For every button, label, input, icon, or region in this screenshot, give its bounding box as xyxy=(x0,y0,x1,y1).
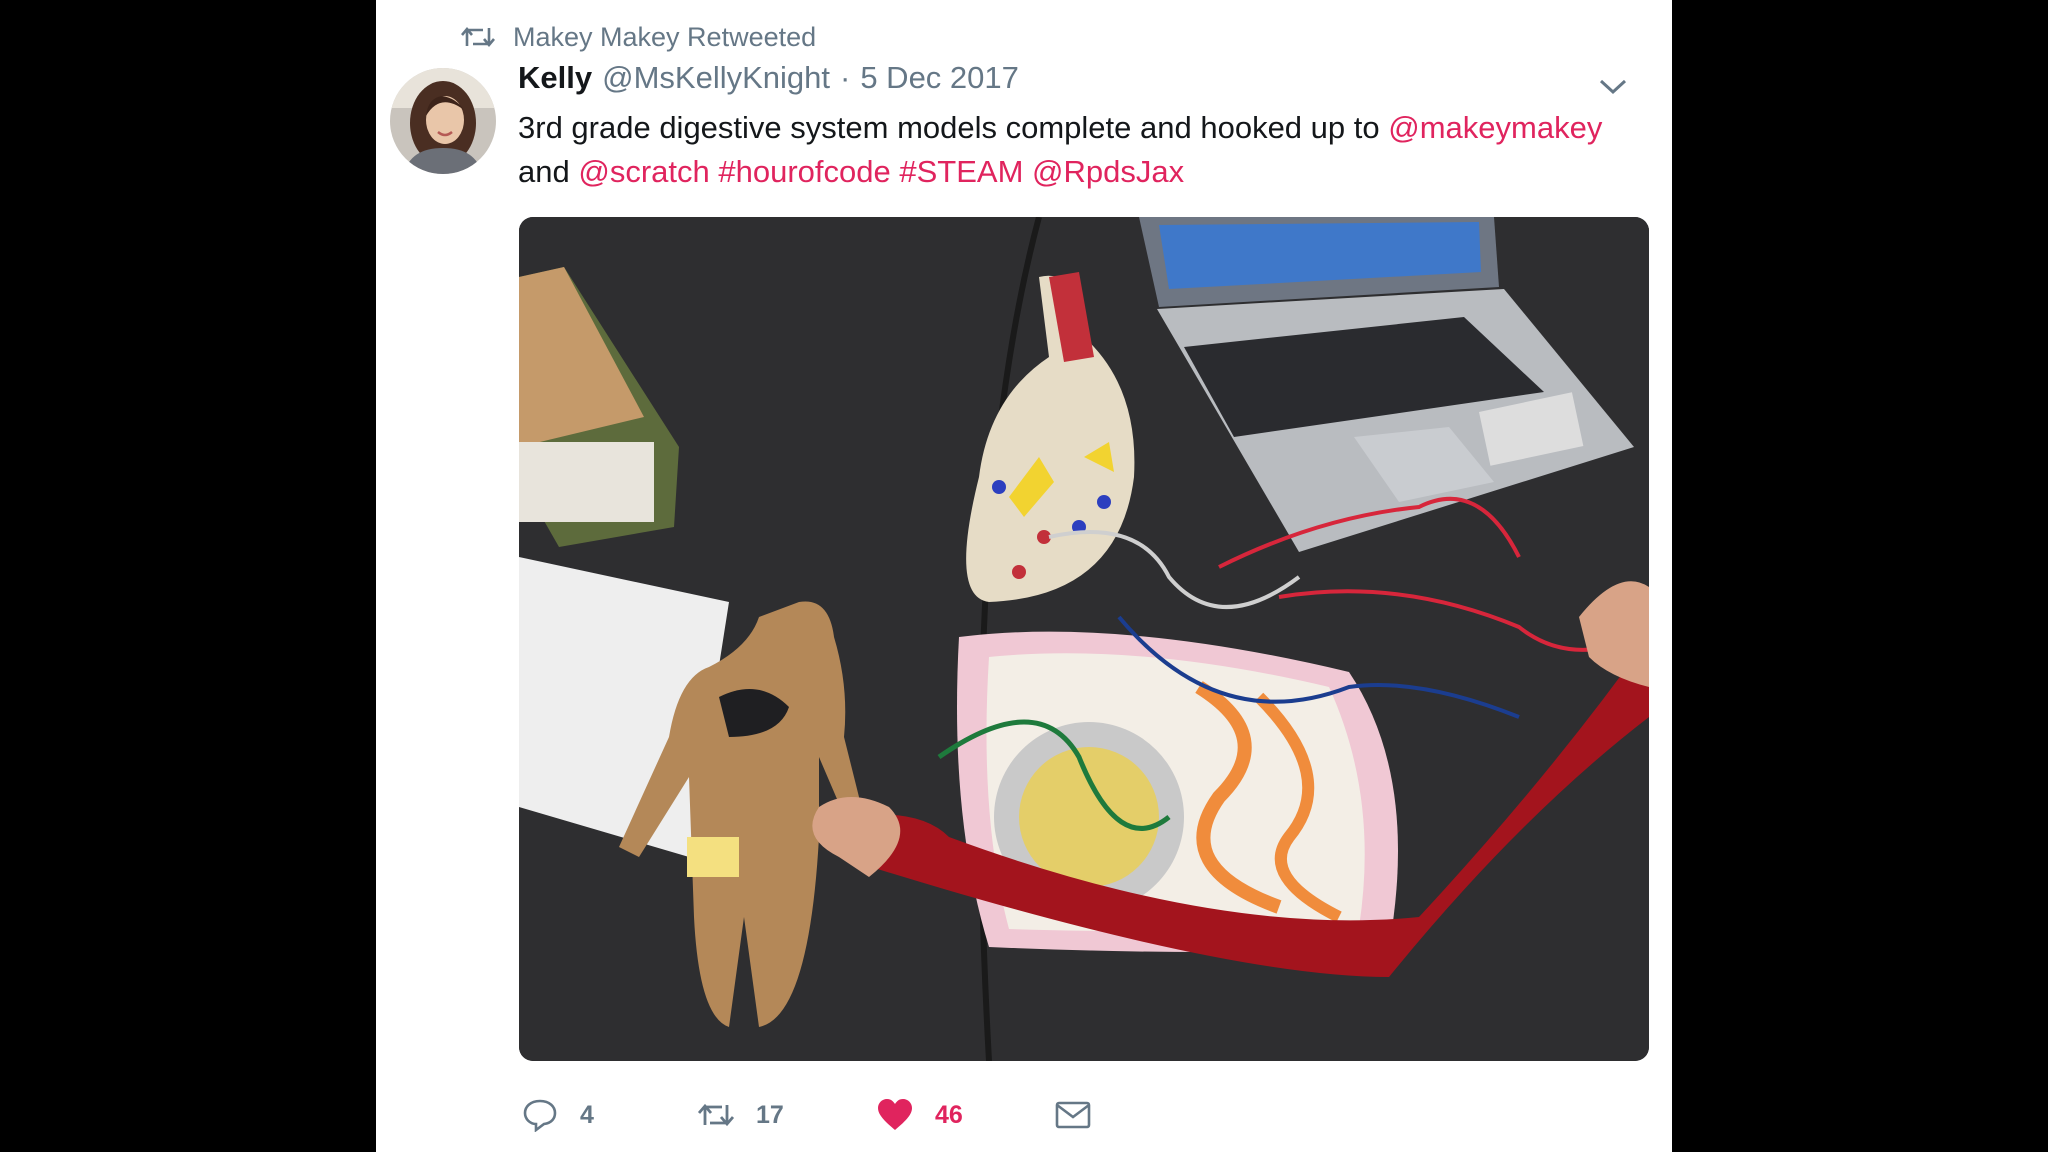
mention-link[interactable]: @scratch xyxy=(578,154,709,189)
reply-icon xyxy=(523,1099,557,1132)
author-handle[interactable]: @MsKellyKnight xyxy=(602,60,830,96)
hashtag-link[interactable]: #STEAM xyxy=(899,154,1023,189)
mention-link[interactable]: @RpdsJax xyxy=(1032,154,1184,189)
retweet-icon xyxy=(461,26,495,48)
author-name[interactable]: Kelly xyxy=(518,60,592,96)
text-segment: and xyxy=(518,154,579,189)
header-separator: · xyxy=(840,60,851,95)
retweet-context-label[interactable]: Makey Makey Retweeted xyxy=(513,22,816,53)
avatar[interactable] xyxy=(390,68,496,174)
retweet-icon xyxy=(698,1103,734,1127)
retweet-count: 17 xyxy=(756,1100,784,1129)
tweet-photo[interactable] xyxy=(519,217,1649,1061)
envelope-icon xyxy=(1055,1101,1091,1129)
hashtag-link[interactable]: #hourofcode xyxy=(718,154,890,189)
mention-link[interactable]: @makeymakey xyxy=(1388,110,1602,145)
chevron-down-icon[interactable] xyxy=(1596,72,1630,100)
reply-button[interactable]: 4 xyxy=(522,1098,698,1132)
heart-icon xyxy=(878,1099,912,1130)
tweet-card: Makey Makey Retweeted Kelly @MsKellyKnig… xyxy=(376,0,1672,1152)
reply-count: 4 xyxy=(580,1100,594,1129)
retweet-context: Makey Makey Retweeted xyxy=(461,20,816,54)
tweet-actions: 4 17 46 xyxy=(522,1092,1091,1138)
like-count: 46 xyxy=(935,1100,963,1129)
like-button[interactable]: 46 xyxy=(877,1098,1055,1132)
direct-message-button[interactable] xyxy=(1055,1098,1091,1132)
retweet-button[interactable]: 17 xyxy=(698,1098,877,1132)
text-segment xyxy=(1023,154,1032,189)
tweet-date[interactable]: 5 Dec 2017 xyxy=(860,60,1019,96)
text-segment: 3rd grade digestive system models comple… xyxy=(518,110,1389,145)
tweet-text: 3rd grade digestive system models comple… xyxy=(518,106,1628,194)
tweet-header: Kelly @MsKellyKnight · 5 Dec 2017 xyxy=(518,60,1019,106)
